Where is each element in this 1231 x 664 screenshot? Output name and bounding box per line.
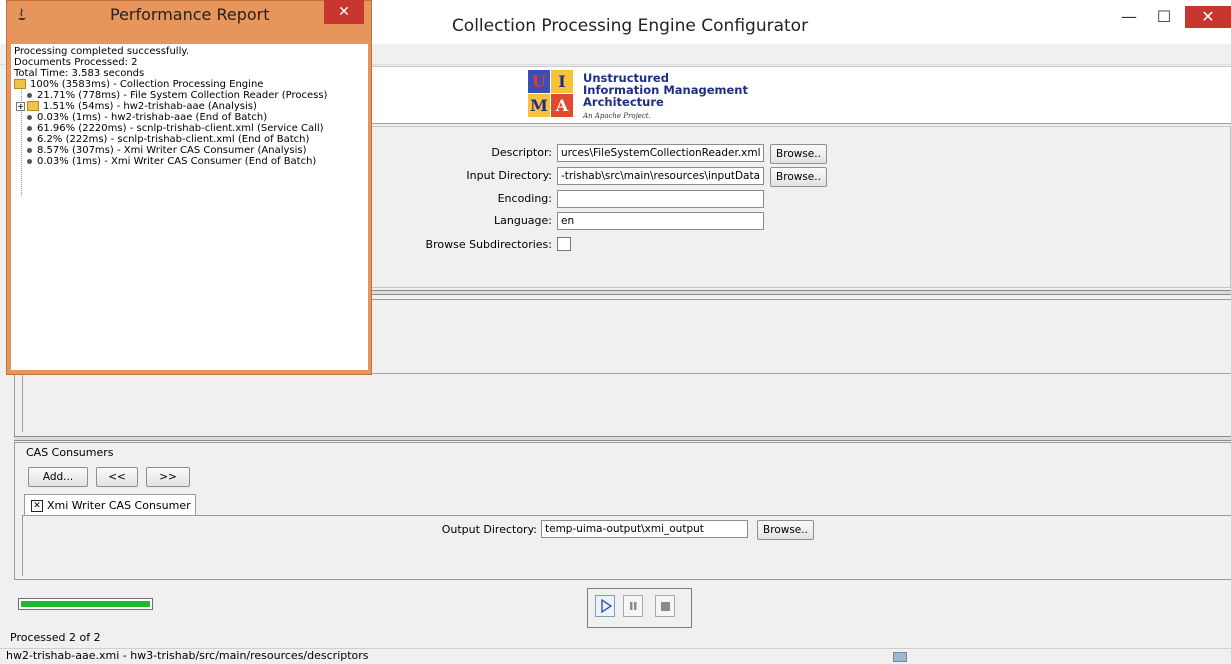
language-field[interactable]: en bbox=[557, 212, 764, 230]
status-text: hw2-trishab-aae.xmi - hw3-trishab/src/ma… bbox=[6, 649, 369, 662]
report-total-time: Total Time: 3.583 seconds bbox=[14, 68, 145, 79]
status-bar: hw2-trishab-aae.xmi - hw3-trishab/src/ma… bbox=[0, 648, 1231, 664]
encoding-label: Encoding: bbox=[497, 192, 552, 205]
tab-xmi-writer[interactable]: ✕ Xmi Writer CAS Consumer bbox=[24, 494, 196, 516]
analysis-engine-content bbox=[22, 373, 1231, 432]
tab-label: Xmi Writer CAS Consumer bbox=[47, 499, 191, 512]
output-directory-browse-button[interactable]: Browse.. bbox=[757, 520, 814, 540]
move-left-button[interactable]: << bbox=[96, 467, 138, 487]
tree-item-label: 21.71% (778ms) - File System Collection … bbox=[37, 90, 328, 101]
tree-item[interactable]: 6.2% (222ms) - scnlp-trishab-client.xml … bbox=[27, 134, 309, 145]
logo-cell-m: M bbox=[528, 94, 550, 117]
logo-line: Architecture bbox=[583, 95, 664, 109]
descriptor-label: Descriptor: bbox=[491, 146, 552, 159]
leaf-icon bbox=[27, 92, 32, 98]
folder-icon bbox=[27, 101, 39, 111]
logo-cell-u: U bbox=[528, 70, 550, 93]
folder-icon bbox=[14, 79, 26, 89]
output-directory-label: Output Directory: bbox=[441, 523, 537, 536]
encoding-field[interactable] bbox=[557, 190, 764, 208]
tree-item-label: 1.51% (54ms) - hw2-trishab-aae (Analysis… bbox=[43, 101, 257, 112]
descriptor-browse-button[interactable]: Browse.. bbox=[770, 144, 827, 164]
stop-button[interactable] bbox=[655, 595, 675, 617]
close-icon[interactable]: ✕ bbox=[1185, 6, 1231, 28]
tree-root-label: 100% (3583ms) - Collection Processing En… bbox=[30, 79, 264, 90]
browse-subdirectories-checkbox[interactable] bbox=[557, 237, 571, 251]
tree-item[interactable]: 61.96% (2220ms) - scnlp-trishab-client.x… bbox=[27, 123, 324, 134]
logo-text: Unstructured Information Management Arch… bbox=[583, 72, 748, 108]
maximize-icon[interactable]: ☐ bbox=[1147, 6, 1181, 28]
input-directory-browse-button[interactable]: Browse.. bbox=[770, 167, 827, 187]
play-button[interactable] bbox=[595, 595, 615, 617]
status-icon bbox=[893, 652, 907, 662]
tree-root[interactable]: 100% (3583ms) - Collection Processing En… bbox=[14, 79, 263, 90]
tree-item-label: 6.2% (222ms) - scnlp-trishab-client.xml … bbox=[37, 134, 310, 145]
processed-count: Processed 2 of 2 bbox=[10, 631, 101, 644]
performance-report-body: Processing completed successfully. Docum… bbox=[11, 44, 368, 370]
pause-icon bbox=[630, 602, 637, 610]
report-status: Processing completed successfully. bbox=[14, 46, 190, 57]
move-right-button[interactable]: >> bbox=[146, 467, 190, 487]
pause-button[interactable] bbox=[623, 595, 643, 617]
output-directory-field[interactable]: temp-uima-output\xmi_output bbox=[541, 520, 748, 538]
report-documents: Documents Processed: 2 bbox=[14, 57, 138, 68]
tree-item[interactable]: 21.71% (778ms) - File System Collection … bbox=[27, 90, 327, 101]
play-icon bbox=[601, 598, 613, 614]
input-directory-label: Input Directory: bbox=[466, 169, 552, 182]
tree-item[interactable]: 8.57% (307ms) - Xmi Writer CAS Consumer … bbox=[27, 145, 307, 156]
logo-cell-a: A bbox=[551, 94, 573, 117]
java-icon bbox=[15, 7, 29, 21]
cas-consumers-label: CAS Consumers bbox=[26, 446, 114, 459]
leaf-icon bbox=[27, 136, 32, 142]
progress-fill bbox=[21, 601, 150, 607]
minimize-icon[interactable]: — bbox=[1112, 6, 1146, 28]
leaf-icon bbox=[27, 158, 32, 164]
input-directory-field[interactable]: -trishab\src\main\resources\inputData bbox=[557, 167, 764, 185]
descriptor-field[interactable]: urces\FileSystemCollectionReader.xml bbox=[557, 144, 764, 162]
add-consumer-button[interactable]: Add... bbox=[28, 467, 88, 487]
window-title: Collection Processing Engine Configurato… bbox=[451, 16, 809, 36]
tree-item-label: 61.96% (2220ms) - scnlp-trishab-client.x… bbox=[37, 123, 324, 134]
stop-icon bbox=[661, 602, 670, 611]
language-label: Language: bbox=[494, 214, 552, 227]
leaf-icon bbox=[27, 147, 32, 153]
splitter-middle[interactable] bbox=[14, 436, 1231, 441]
browse-subdirectories-label: Browse Subdirectories: bbox=[425, 238, 552, 251]
expand-icon[interactable]: + bbox=[16, 101, 25, 111]
leaf-icon bbox=[27, 125, 32, 131]
logo-cell-i: I bbox=[551, 70, 573, 93]
progress-bar bbox=[18, 598, 153, 610]
tab-close-icon[interactable]: ✕ bbox=[31, 500, 43, 512]
tree-item-label: 8.57% (307ms) - Xmi Writer CAS Consumer … bbox=[37, 145, 307, 156]
tree-item[interactable]: 0.03% (1ms) - hw2-trishab-aae (End of Ba… bbox=[27, 112, 267, 123]
leaf-icon bbox=[27, 114, 32, 120]
tree-item[interactable]: +1.51% (54ms) - hw2-trishab-aae (Analysi… bbox=[16, 101, 257, 112]
tree-item-label: 0.03% (1ms) - Xmi Writer CAS Consumer (E… bbox=[37, 156, 317, 167]
logo-subtitle: An Apache Project. bbox=[583, 112, 651, 120]
uima-logo: U I M A bbox=[528, 70, 574, 118]
tree-item-label: 0.03% (1ms) - hw2-trishab-aae (End of Ba… bbox=[37, 112, 268, 123]
tree-item[interactable]: 0.03% (1ms) - Xmi Writer CAS Consumer (E… bbox=[27, 156, 316, 167]
performance-report-close-icon[interactable]: ✕ bbox=[324, 0, 364, 24]
performance-report-title: Performance Report bbox=[110, 5, 270, 24]
